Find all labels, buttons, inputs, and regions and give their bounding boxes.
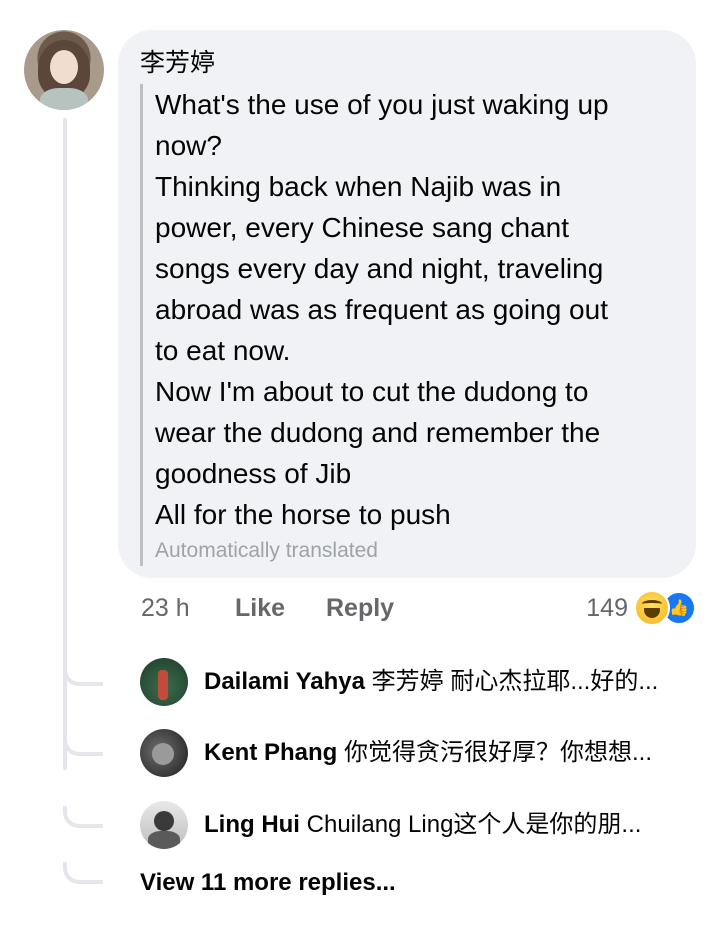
comment-line: abroad was as frequent as going out <box>155 294 608 325</box>
reply-row[interactable]: Dailami Yahya 李芳婷 耐心杰拉耶...好的... <box>0 658 720 708</box>
comment-line: wear the dudong and remember the <box>155 417 601 448</box>
reply-snippet: 你觉得贪污很好厚？你想想... <box>344 739 653 766</box>
reply-row[interactable]: Kent Phang 你觉得贪污很好厚？你想想... <box>0 729 720 779</box>
comment-line: Now I'm about to cut the dudong to <box>155 376 589 407</box>
translation-note[interactable]: Automatically translated <box>155 538 378 564</box>
like-button[interactable]: Like <box>235 590 285 626</box>
reply-author-name[interactable]: Dailami Yahya <box>204 668 365 695</box>
haha-icon <box>634 590 670 626</box>
comment-timestamp[interactable]: 23 h <box>141 590 190 626</box>
comment-line: What's the use of you just waking up <box>155 89 609 120</box>
quote-bar <box>140 84 143 566</box>
comment-line: goodness of Jib <box>155 458 352 489</box>
comment-author-name[interactable]: 李芳婷 <box>140 48 215 78</box>
reply-avatar[interactable] <box>140 801 188 849</box>
reaction-count: 149 <box>586 593 628 622</box>
reactions-summary[interactable]: 149 👍 <box>586 590 696 626</box>
comment-text: What's the use of you just waking up now… <box>155 84 685 535</box>
comment-author-avatar[interactable] <box>24 30 104 110</box>
thread-branch <box>63 862 103 884</box>
comment-line: Thinking back when Najib was in <box>155 171 562 202</box>
comment-line: All for the horse to push <box>155 499 451 530</box>
reply-author-name[interactable]: Kent Phang <box>204 739 337 766</box>
reply-snippet: Chuilang Ling这个人是你的朋... <box>306 811 642 838</box>
comment-actions: 23 h Like Reply 149 👍 <box>0 590 720 626</box>
reply-avatar[interactable] <box>140 729 188 777</box>
reply-button[interactable]: Reply <box>326 590 394 626</box>
reply-avatar[interactable] <box>140 658 188 706</box>
comment-line: to eat now. <box>155 335 291 366</box>
reply-row[interactable]: Ling Hui Chuilang Ling这个人是你的朋... <box>0 801 720 851</box>
comment-line: power, every Chinese sang chant <box>155 212 570 243</box>
reply-snippet: 李芳婷 耐心杰拉耶...好的... <box>371 668 659 695</box>
reply-author-name[interactable]: Ling Hui <box>204 811 300 838</box>
view-more-replies-link[interactable]: View 11 more replies... <box>140 866 396 900</box>
comment-line: songs every day and night, traveling <box>155 253 604 284</box>
comment-line: now? <box>155 130 222 161</box>
